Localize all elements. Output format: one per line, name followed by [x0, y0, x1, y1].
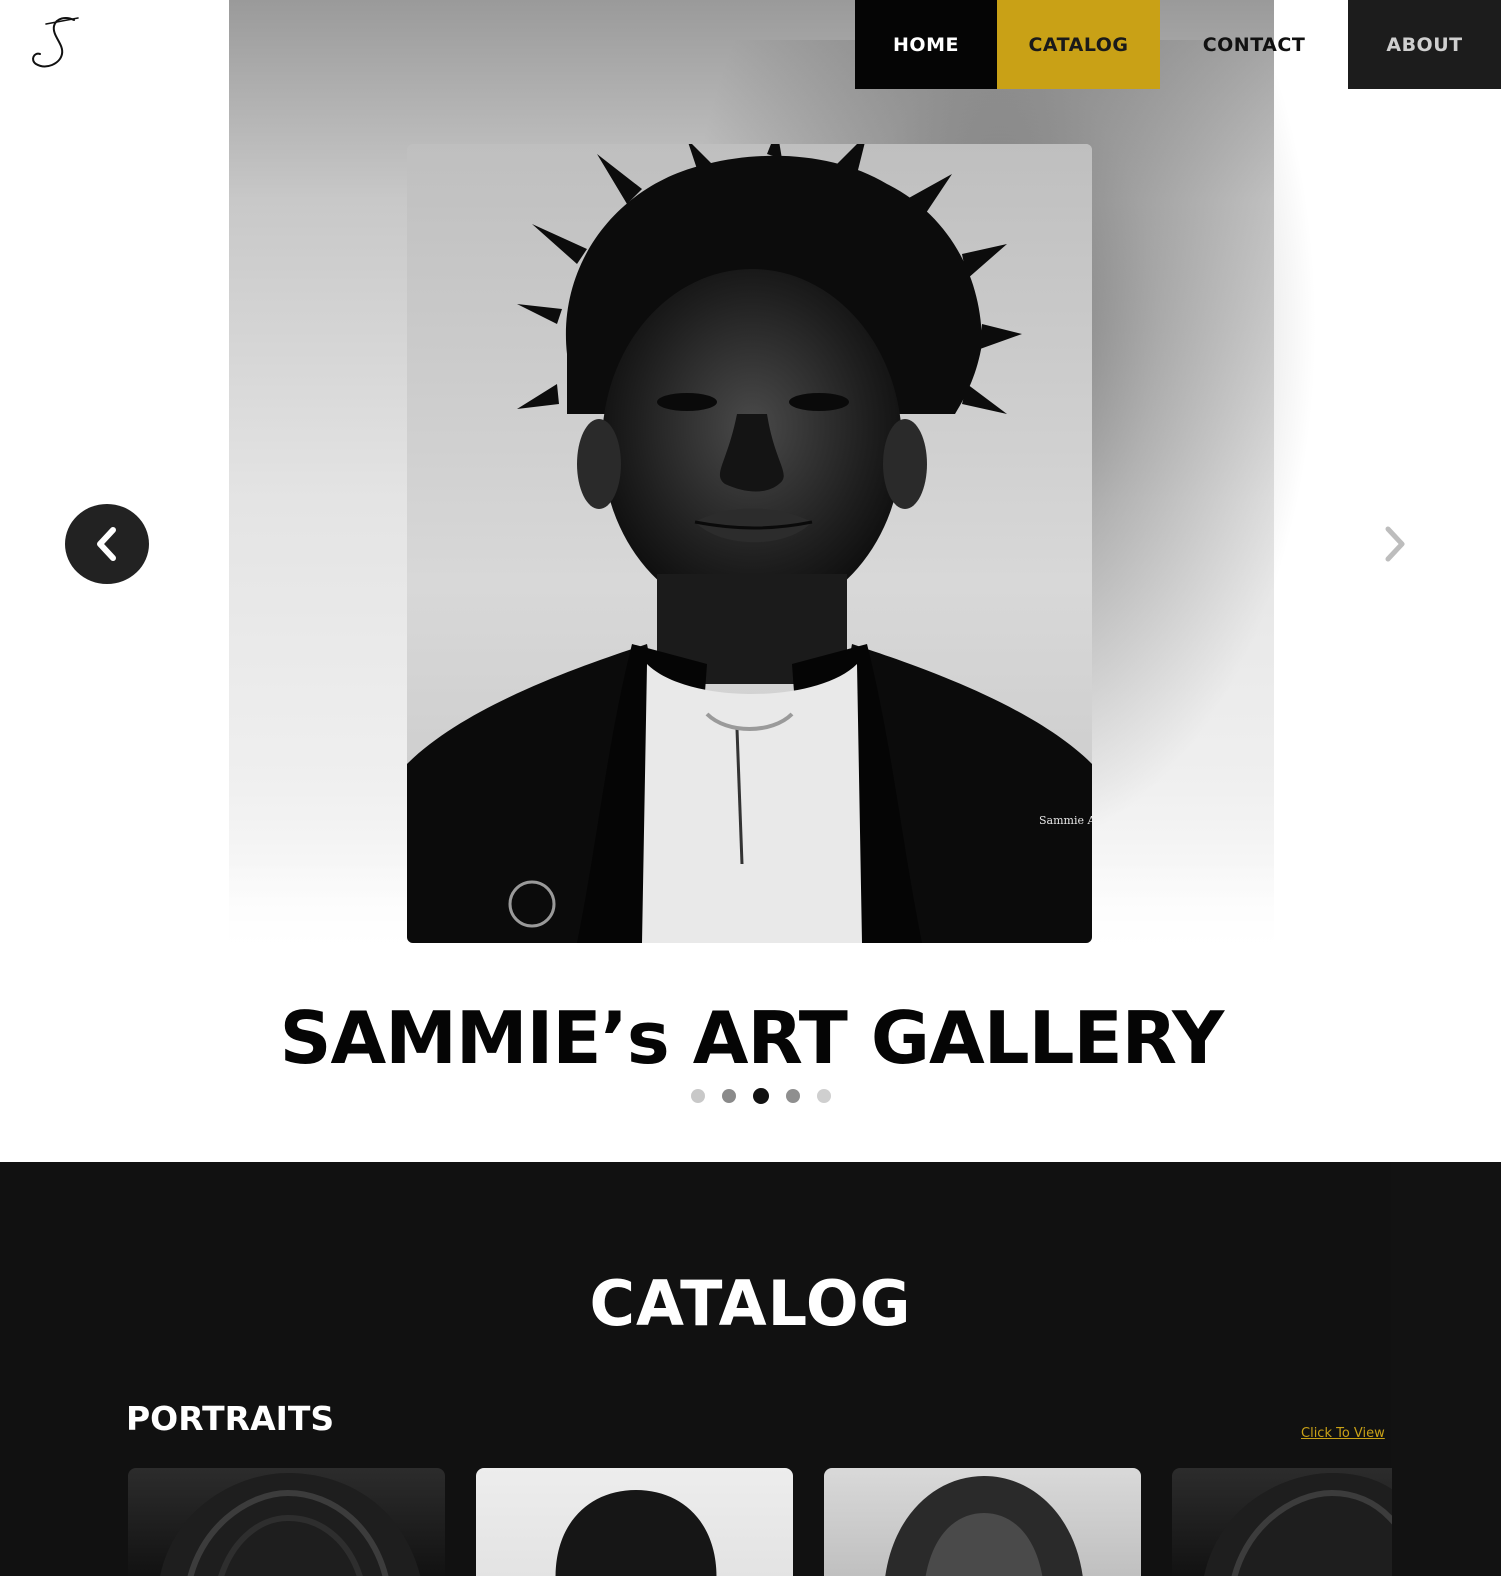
portraits-heading: PORTRAITS — [126, 1399, 335, 1438]
hero-slider: Sammie Ar SAMMIE’s ART GALLERY — [0, 0, 1501, 1162]
slide-dot-active[interactable] — [752, 1088, 769, 1104]
nav-about[interactable]: ABOUT — [1348, 0, 1501, 89]
nav-home[interactable]: HOME — [855, 0, 997, 89]
chevron-left-icon — [97, 527, 116, 561]
thumbnail-art — [160, 1473, 421, 1576]
logo-s-icon — [32, 17, 79, 68]
thumbnail-art — [885, 1476, 1083, 1576]
portrait-artwork: Sammie Ar — [407, 144, 1092, 943]
slide-dot[interactable] — [785, 1089, 800, 1103]
click-to-view-link[interactable]: Click To View — [1301, 1426, 1385, 1441]
hero-title: SAMMIE’s ART GALLERY — [279, 996, 1225, 1080]
slide-indicators — [0, 1088, 1501, 1104]
prev-slide-button[interactable] — [65, 504, 149, 584]
chevron-right-icon — [1385, 526, 1405, 562]
slide-dot[interactable] — [721, 1089, 736, 1103]
thumbnail-art — [555, 1490, 717, 1576]
top-navigation: HOME CATALOG CONTACT ABOUT — [0, 0, 1501, 89]
catalog-section: CATALOG PORTRAITS Click To View — [0, 1162, 1501, 1576]
catalog-title: CATALOG — [589, 1267, 912, 1340]
portrait-thumbnail[interactable] — [1172, 1468, 1392, 1576]
slide-dot[interactable] — [816, 1089, 831, 1103]
catalog-edge — [1391, 1162, 1501, 1576]
portrait-drawing: Sammie Ar — [407, 144, 1092, 943]
nav-contact[interactable]: CONTACT — [1160, 0, 1348, 89]
portrait-thumbnail[interactable] — [128, 1468, 445, 1576]
site-logo[interactable] — [26, 14, 82, 72]
nav-catalog[interactable]: CATALOG — [997, 0, 1160, 89]
slide-dot[interactable] — [690, 1089, 705, 1103]
next-slide-button[interactable] — [1378, 524, 1412, 564]
svg-text:Sammie Ar: Sammie Ar — [1039, 814, 1092, 827]
portrait-thumbnail[interactable] — [824, 1468, 1141, 1576]
thumbnail-art — [1204, 1473, 1392, 1576]
portrait-thumbnail[interactable] — [476, 1468, 793, 1576]
